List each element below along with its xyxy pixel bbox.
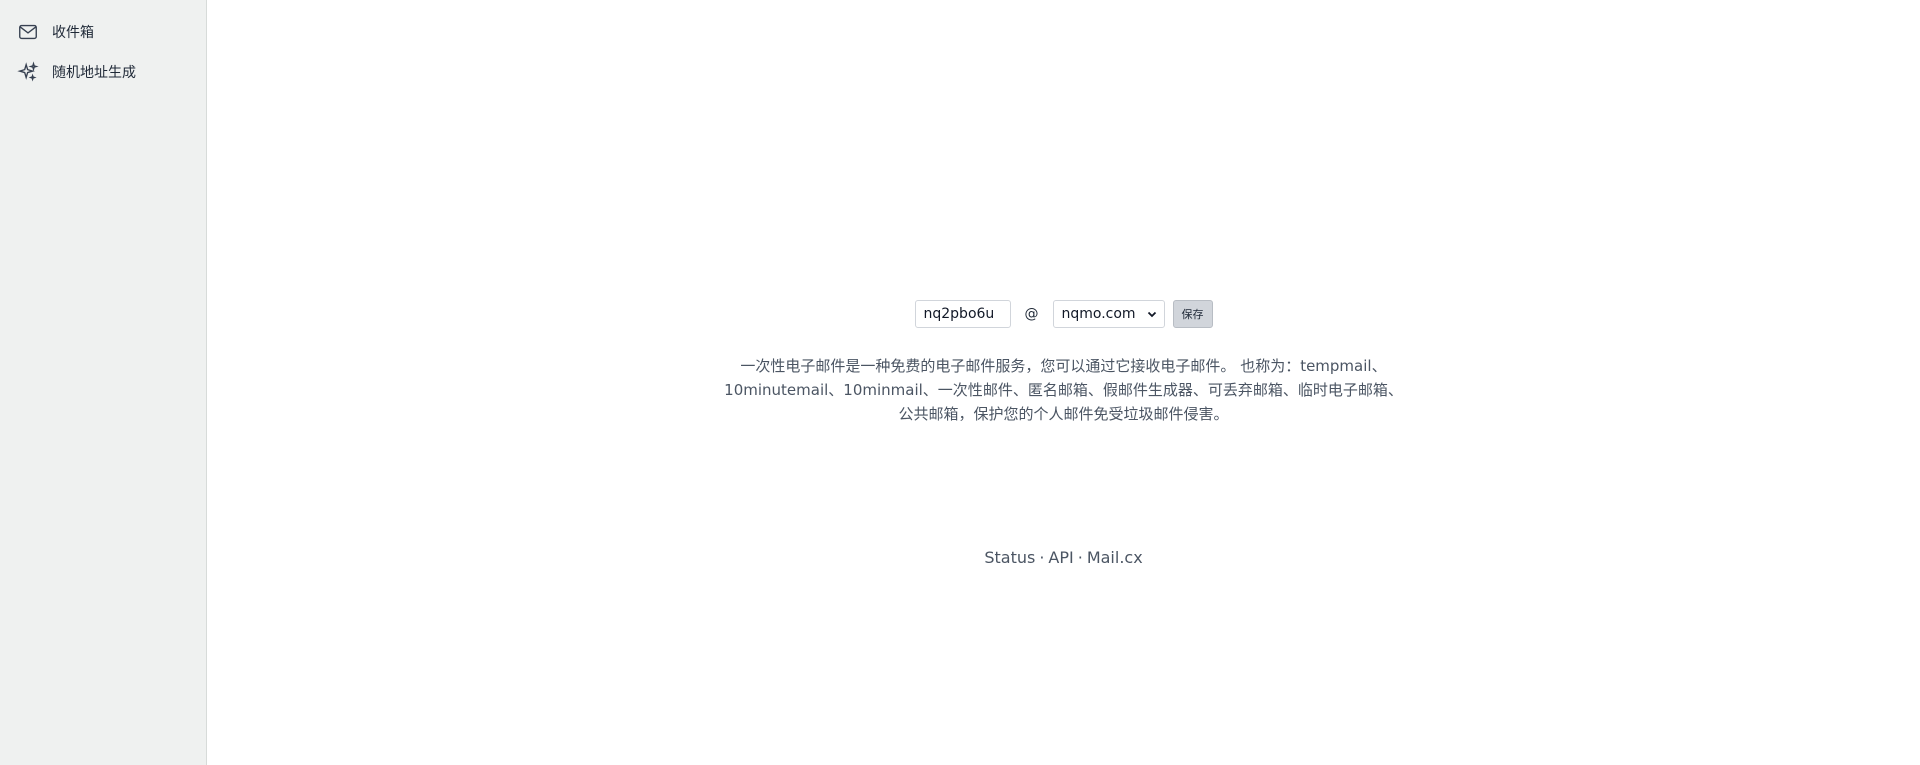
footer-links: Status · API · Mail.cx [207, 548, 1920, 567]
footer-separator: · [1039, 548, 1045, 567]
sidebar-item-inbox[interactable]: 收件箱 [0, 12, 206, 52]
app-root: 收件箱 随机地址生成 @ nqmo.com [0, 0, 1920, 765]
domain-select[interactable]: nqmo.com [1052, 300, 1165, 328]
sparkles-icon [16, 60, 40, 84]
service-description: 一次性电子邮件是一种免费的电子邮件服务，您可以通过它接收电子邮件。 也称为：te… [207, 354, 1920, 426]
save-button[interactable]: 保存 [1172, 300, 1213, 328]
email-local-part-input[interactable] [914, 300, 1011, 328]
footer-link-status[interactable]: Status [984, 548, 1035, 567]
address-form: @ nqmo.com 保存 [207, 300, 1920, 328]
sidebar-item-label: 随机地址生成 [52, 65, 136, 81]
at-sign: @ [1024, 306, 1039, 322]
sidebar: 收件箱 随机地址生成 [0, 0, 207, 765]
chevron-down-icon [1147, 311, 1156, 318]
mail-icon [16, 20, 40, 44]
main-content: @ nqmo.com 保存 一次性电子邮件是一种免费的电子邮件服务，您可以通过它… [207, 0, 1920, 765]
footer-link-api[interactable]: API [1048, 548, 1073, 567]
sidebar-item-label: 收件箱 [52, 25, 94, 41]
domain-select-value: nqmo.com [1061, 306, 1136, 322]
footer-separator: · [1077, 548, 1083, 567]
footer-link-mailcx[interactable]: Mail.cx [1087, 548, 1143, 567]
description-text: 一次性电子邮件是一种免费的电子邮件服务，您可以通过它接收电子邮件。 也称为：te… [724, 357, 1403, 423]
sidebar-item-random-address[interactable]: 随机地址生成 [0, 52, 206, 92]
